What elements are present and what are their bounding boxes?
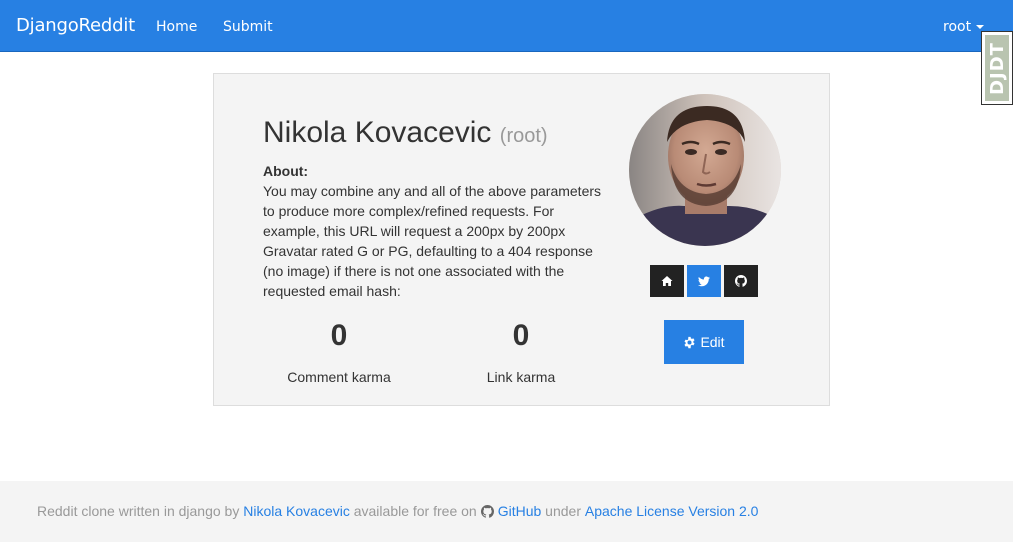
about-heading: About: — [263, 163, 309, 179]
footer-text: Reddit clone written in django by Nikola… — [37, 502, 758, 520]
navbar-brand[interactable]: DjangoReddit — [16, 15, 135, 37]
twitter-icon — [698, 276, 710, 286]
debug-toolbar-badge: DJDT — [985, 35, 1009, 101]
edit-button-label: Edit — [700, 334, 725, 350]
github-icon — [480, 504, 494, 518]
footer-middle: available for free on — [353, 503, 477, 519]
comment-karma-value: 0 — [330, 319, 348, 352]
navbar: DjangoReddit Home Submit root — [0, 0, 1013, 52]
footer-license-link[interactable]: Apache License Version 2.0 — [585, 502, 759, 520]
user-menu-label: root — [943, 19, 972, 35]
footer-prefix: Reddit clone written in django by — [37, 503, 240, 519]
github-icon — [735, 275, 747, 287]
avatar — [629, 94, 781, 246]
comment-karma-label: Comment karma — [287, 369, 391, 385]
caret-down-icon — [976, 25, 985, 29]
github-button[interactable] — [724, 265, 758, 297]
profile-panel: Nikola Kovacevic (root) About: You may c… — [213, 73, 830, 406]
user-menu-dropdown[interactable]: root — [943, 18, 985, 36]
about-text: You may combine any and all of the above… — [263, 183, 602, 299]
profile-heading: Nikola Kovacevic (root) — [263, 114, 548, 155]
footer-under: under — [545, 503, 581, 519]
avatar-image — [629, 94, 781, 246]
link-karma-label: Link karma — [486, 369, 556, 385]
nav-link-home[interactable]: Home — [156, 18, 197, 36]
home-icon — [661, 276, 673, 286]
footer: Reddit clone written in django by Nikola… — [0, 481, 1013, 542]
gear-icon — [683, 336, 696, 349]
profile-username: (root) — [499, 125, 548, 147]
home-button[interactable] — [650, 265, 684, 297]
debug-toolbar-label: DJDT — [986, 41, 1008, 95]
link-karma: 0 Link karma — [441, 319, 601, 386]
debug-toolbar-handle[interactable]: DJDT — [981, 31, 1013, 105]
footer-github-link[interactable]: GitHub — [498, 502, 542, 520]
footer-author-link[interactable]: Nikola Kovacevic — [243, 502, 350, 520]
edit-profile-button[interactable]: Edit — [664, 320, 744, 364]
comment-karma: 0 Comment karma — [259, 319, 419, 386]
nav-link-submit[interactable]: Submit — [223, 18, 273, 36]
link-karma-value: 0 — [512, 319, 530, 352]
twitter-button[interactable] — [687, 265, 721, 297]
profile-name: Nikola Kovacevic — [263, 116, 492, 149]
